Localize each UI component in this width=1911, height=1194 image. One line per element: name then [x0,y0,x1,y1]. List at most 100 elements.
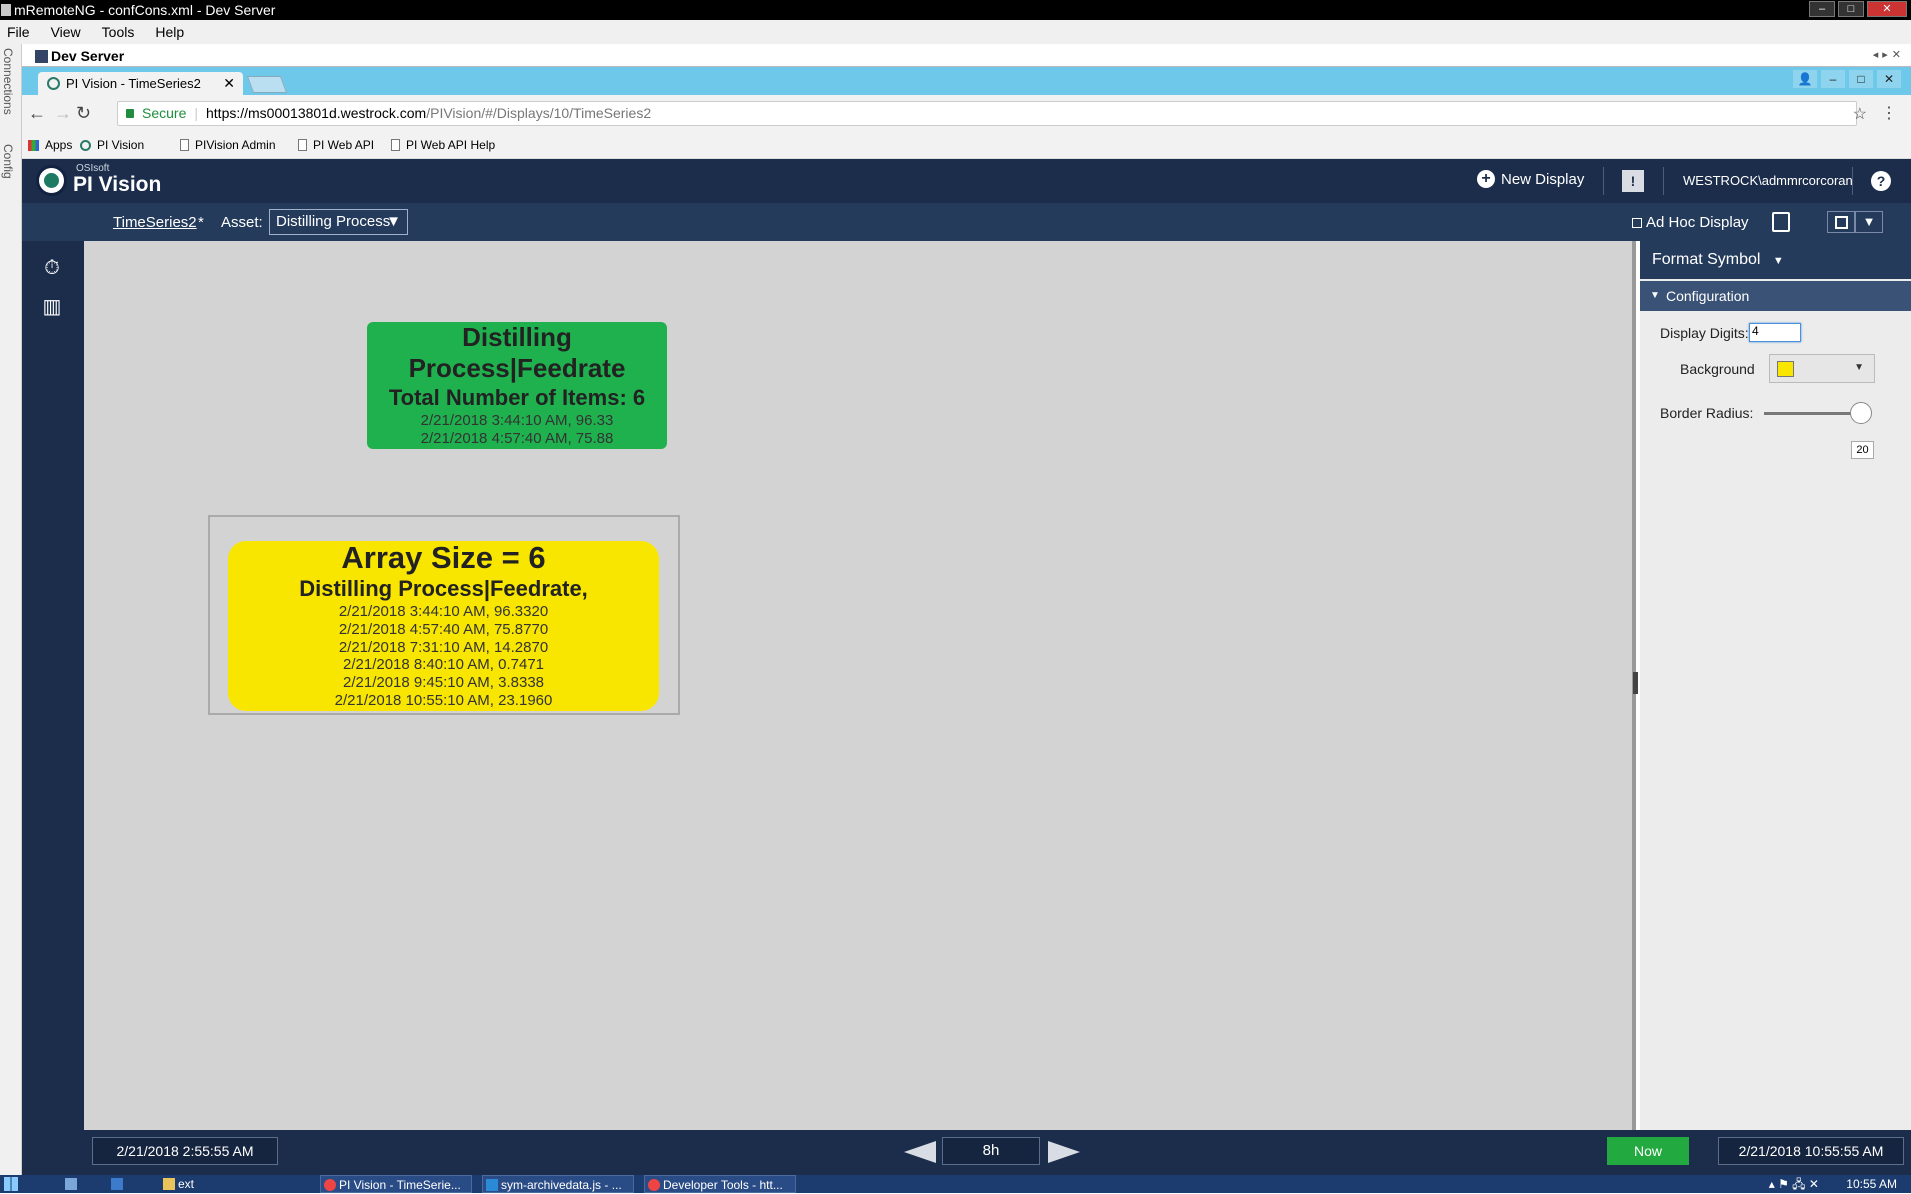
back-icon[interactable]: ← [28,103,46,124]
alert-icon[interactable]: ! [1622,170,1644,192]
chevron-down-icon: ▼ [386,213,401,230]
reload-icon[interactable]: ↻ [76,103,91,124]
taskbar-item-ext[interactable]: ext [160,1175,194,1193]
menu-file[interactable]: File [7,24,30,40]
color-swatch [1777,361,1794,377]
display-name[interactable]: TimeSeries2 [113,214,197,231]
save-menu-button[interactable]: ▼ [1855,211,1883,233]
new-tab-button[interactable] [246,76,288,93]
menu-view[interactable]: View [51,24,81,40]
address-bar-row: ← → ↻ Secure | https://ms00013801d.westroc… [22,95,1911,132]
bookmark-star-icon[interactable]: ☆ [1853,104,1867,124]
chrome-icon [648,1179,660,1191]
tray-icons[interactable]: ▴ ⚑ 🖧 ✕ [1769,1177,1819,1191]
taskbar-item-pi-vision[interactable]: PI Vision - TimeSerie... [320,1175,472,1193]
terminal-taskbar-icon[interactable] [108,1175,128,1193]
pi-vision-logo-icon[interactable] [36,165,67,196]
ad-hoc-display-button[interactable]: Ad Hoc Display [1632,214,1749,231]
asset-label: Asset: [221,214,263,231]
symbol-value-row: 2/21/2018 8:40:10 AM, 0.7471 [343,656,544,674]
symbol-value-row: 2/21/2018 3:44:10 AM, 96.3320 [338,603,549,620]
close-tab-icon[interactable]: ✕ [223,72,235,95]
window-title-bar: mRemoteNG - confCons.xml - Dev Server – … [0,0,1911,20]
duration-field[interactable]: 8h [942,1137,1040,1165]
new-display-button[interactable]: + New Display [1477,170,1584,188]
page-icon [391,139,400,151]
windows-start-icon[interactable] [4,1177,18,1191]
collapse-triangle-icon: ▼ [1650,290,1660,301]
browser-menu-icon[interactable]: ⋮ [1881,103,1897,123]
symbol-item-count: Total Number of Items: 6 [388,385,646,410]
start-time-field[interactable]: 2/21/2018 2:55:55 AM [92,1137,278,1165]
next-period-icon[interactable] [1048,1141,1080,1163]
now-button[interactable]: Now [1607,1137,1689,1165]
green-symbol[interactable]: Distilling Process|Feedrate Total Number… [367,322,667,449]
background-color-picker[interactable]: ▼ [1769,354,1875,383]
format-symbol-panel: Format Symbol ▼ ▼ Configuration Display … [1640,241,1911,1130]
user-name[interactable]: WESTROCK\admmrcorcoran [1683,173,1853,188]
browser-close-button[interactable]: ✕ [1877,70,1901,88]
close-button[interactable]: ✕ [1867,1,1907,17]
chrome-icon [324,1179,336,1191]
minimize-button[interactable]: – [1809,1,1835,17]
columns-icon[interactable] [1772,212,1790,232]
border-radius-slider-thumb[interactable] [1850,402,1872,424]
format-symbol-header[interactable]: Format Symbol ▼ [1640,241,1911,279]
asset-dropdown[interactable]: Distilling Process ▼ [269,209,408,235]
time-bar: 2/21/2018 2:55:55 AM 8h Now 2/21/2018 10… [84,1130,1911,1175]
array-size-title: Array Size = 6 [341,541,546,575]
explorer-taskbar-icon[interactable] [62,1175,82,1193]
window-title: mRemoteNG - confCons.xml - Dev Server [14,2,276,18]
forward-icon[interactable]: → [54,103,72,124]
browser-restore-button[interactable]: □ [1849,70,1873,88]
help-icon[interactable]: ? [1871,171,1891,191]
connection-tab-label: Dev Server [51,48,125,64]
config-panel-tab[interactable]: Config [1,144,15,179]
connection-tab-dev-server[interactable]: Dev Server [30,46,132,66]
menu-help[interactable]: Help [155,24,184,40]
previous-period-icon[interactable] [904,1141,936,1163]
display-digits-input[interactable]: 4 [1749,323,1801,342]
configuration-section-header[interactable]: ▼ Configuration [1640,281,1911,311]
connection-icon [35,50,48,63]
border-radius-value[interactable]: 20 [1851,441,1874,459]
unsaved-marker: * [198,214,204,231]
plus-circle-icon: + [1477,170,1495,188]
connections-panel-tab[interactable]: Connections [1,48,15,115]
brand-title[interactable]: PI Vision [73,173,161,197]
yellow-symbol[interactable]: Array Size = 6 Distilling Process|Feedra… [228,541,659,711]
library-icon[interactable]: ▥ [41,296,63,318]
display-toolbar: TimeSeries2 * Asset: Distilling Process … [22,203,1911,241]
taskbar-item-devtools[interactable]: Developer Tools - htt... [644,1175,796,1193]
save-button[interactable] [1827,211,1855,233]
clock[interactable]: 10:55 AM [1846,1177,1897,1191]
page-icon [180,139,189,151]
maximize-button[interactable]: □ [1838,1,1864,17]
bookmark-pivision-admin[interactable]: PIVision Admin [180,138,276,152]
tab-scroll-controls[interactable]: ◂▸✕ [1873,48,1905,61]
bookmark-pi-web-api[interactable]: PI Web API [298,138,374,152]
browser-tab-pi-vision[interactable]: PI Vision - TimeSeries2 ✕ [38,72,243,95]
profile-icon[interactable]: 👤 [1793,70,1817,88]
bookmarks-bar: Apps PI Vision PIVision Admin PI Web API… [22,132,1911,159]
symbol-value-row: 2/21/2018 10:55:10 AM, 23.1960 [334,691,553,709]
divider [1603,167,1604,195]
vscode-icon [486,1179,498,1191]
end-time-field[interactable]: 2/21/2018 10:55:55 AM [1718,1137,1904,1165]
panel-splitter-handle[interactable] [1633,672,1638,694]
bookmark-pi-vision[interactable]: PI Vision [80,138,144,152]
url-field[interactable]: Secure | https://ms00013801d.westrock.com/… [117,101,1857,126]
border-radius-label: Border Radius: [1660,405,1754,421]
events-icon[interactable]: ⏱ [41,257,63,279]
menu-tools[interactable]: Tools [102,24,135,40]
taskbar-item-vscode[interactable]: sym-archivedata.js - ... [482,1175,634,1193]
left-nav-rail: ⏱ ▥ [22,241,84,1130]
symbol-value-row: 2/21/2018 4:57:40 AM, 75.8770 [338,620,549,638]
bookmark-apps[interactable]: Apps [28,138,72,152]
ad-hoc-checkbox-icon [1632,217,1642,228]
display-digits-label: Display Digits: [1660,325,1749,341]
border-radius-slider-track[interactable] [1764,412,1864,415]
symbol-title-line2: Process|Feedrate [408,353,626,383]
browser-minimize-button[interactable]: – [1821,70,1845,88]
bookmark-pi-web-api-help[interactable]: PI Web API Help [391,138,495,152]
